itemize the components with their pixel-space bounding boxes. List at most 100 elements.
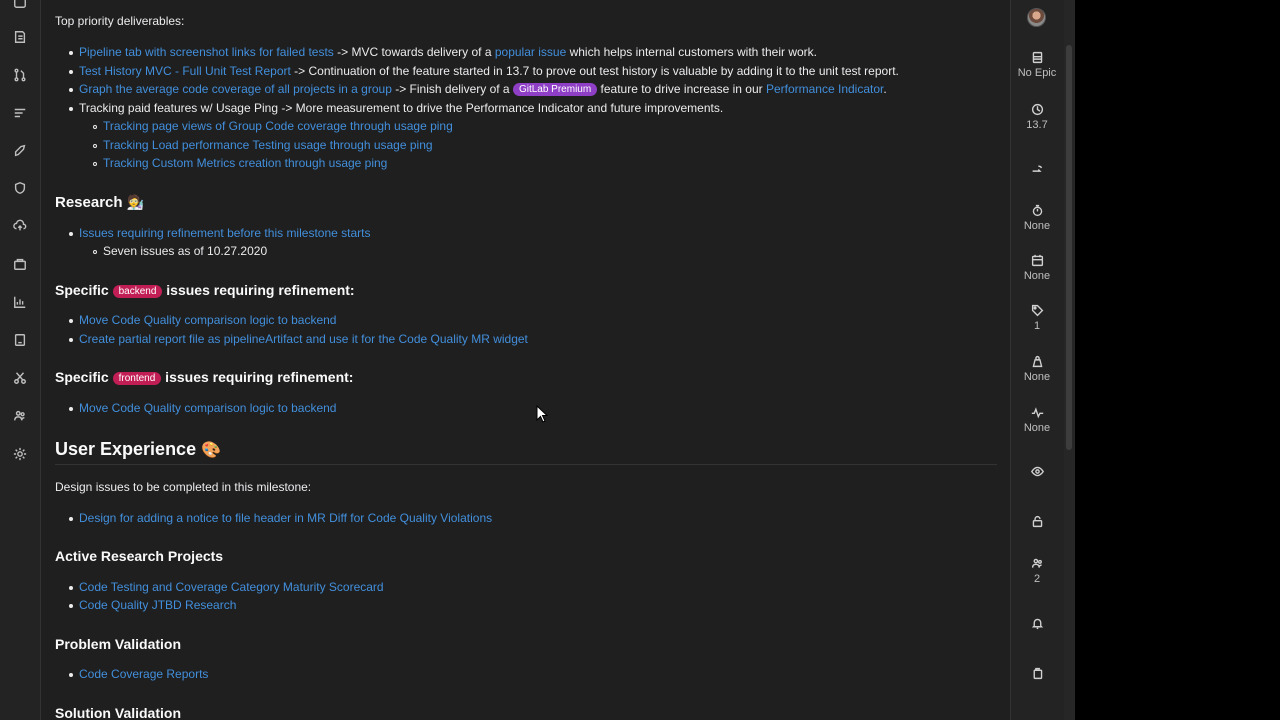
eye-icon bbox=[1030, 466, 1044, 477]
sidebar-confidentiality[interactable] bbox=[1010, 465, 1064, 478]
graph-coverage-link[interactable]: Graph the average code coverage of all p… bbox=[79, 82, 392, 96]
popular-issue-link[interactable]: popular issue bbox=[495, 45, 566, 59]
bullet bbox=[69, 604, 73, 608]
sidebar-weight[interactable]: None bbox=[1010, 355, 1064, 384]
labels-count: 1 bbox=[1033, 320, 1041, 332]
epic-value: No Epic bbox=[1017, 67, 1057, 79]
problem-validation-link-1[interactable]: Code Coverage Reports bbox=[79, 667, 208, 682]
rainbow-emoji-icon: 🎨 bbox=[201, 442, 222, 459]
tag-icon bbox=[1031, 304, 1043, 317]
design-intro-text: Design issues to be completed in this mi… bbox=[55, 480, 312, 494]
project-overview-icon[interactable] bbox=[12, 0, 28, 10]
bullet bbox=[69, 517, 73, 521]
bullet bbox=[69, 107, 73, 111]
weight-icon bbox=[1032, 355, 1042, 368]
heading-divider bbox=[55, 464, 997, 465]
active-research-link-2[interactable]: Code Quality JTBD Research bbox=[79, 598, 236, 613]
copy-icon bbox=[1033, 667, 1042, 680]
sidebar-time-tracking[interactable]: None bbox=[1010, 204, 1064, 233]
bullet bbox=[69, 70, 73, 74]
sidebar-lock-issue[interactable] bbox=[1010, 515, 1064, 528]
frontend-heading: Specific frontend issues requiring refin… bbox=[55, 369, 354, 385]
mouse-cursor-icon bbox=[536, 405, 548, 423]
left-nav-sidebar bbox=[0, 0, 41, 720]
issue-description: Top priority deliverables: Pipeline tab … bbox=[41, 0, 1010, 720]
sub-bullet bbox=[93, 250, 97, 254]
calendar-icon bbox=[1031, 254, 1043, 267]
backend-label[interactable]: backend bbox=[112, 285, 163, 298]
wiki-book-icon[interactable] bbox=[12, 332, 28, 348]
participants-count: 2 bbox=[1033, 573, 1041, 585]
issues-icon[interactable] bbox=[12, 29, 28, 45]
iteration-icon bbox=[1032, 165, 1042, 172]
snippets-scissors-icon[interactable] bbox=[12, 370, 28, 386]
backend-issue-link-2[interactable]: Create partial report file as pipelineAr… bbox=[79, 332, 528, 347]
bullet bbox=[69, 586, 73, 590]
time-tracking-value: None bbox=[1023, 220, 1051, 232]
requirements-icon[interactable] bbox=[12, 105, 28, 121]
sub-bullet bbox=[93, 144, 97, 148]
tracking-link-2[interactable]: Tracking Load performance Testing usage … bbox=[103, 138, 433, 153]
scrollbar-thumb[interactable] bbox=[1066, 45, 1072, 450]
bell-icon bbox=[1031, 618, 1043, 630]
list-item: Graph the average code coverage of all p… bbox=[79, 82, 887, 96]
frontend-issue-link-1[interactable]: Move Code Quality comparison logic to ba… bbox=[79, 401, 336, 416]
milestone-value: 13.7 bbox=[1026, 119, 1048, 131]
sidebar-health-status[interactable]: None bbox=[1010, 406, 1064, 435]
performance-indicator-link[interactable]: Performance Indicator bbox=[766, 82, 883, 96]
sidebar-notifications[interactable] bbox=[1010, 617, 1064, 630]
scientist-emoji-icon: 🧑‍🔬 bbox=[126, 194, 145, 210]
tracking-link-1[interactable]: Tracking page views of Group Code covera… bbox=[103, 119, 453, 134]
sidebar-participants[interactable]: 2 bbox=[1010, 557, 1064, 586]
bullet bbox=[69, 51, 73, 55]
backend-issue-link-1[interactable]: Move Code Quality comparison logic to ba… bbox=[79, 313, 336, 328]
bullet bbox=[69, 673, 73, 677]
test-history-link[interactable]: Test History MVC - Full Unit Test Report bbox=[79, 64, 291, 78]
list-item: Test History MVC - Full Unit Test Report… bbox=[79, 64, 899, 78]
cicd-rocket-icon[interactable] bbox=[12, 143, 28, 159]
research-heading: Research 🧑‍🔬 bbox=[55, 194, 145, 211]
due-date-value: None bbox=[1023, 270, 1051, 282]
tracking-link-3[interactable]: Tracking Custom Metrics creation through… bbox=[103, 156, 387, 171]
analytics-icon[interactable] bbox=[12, 294, 28, 310]
research-sub-text: Seven issues as of 10.27.2020 bbox=[103, 244, 268, 258]
bullet bbox=[69, 232, 73, 236]
design-issue-link-1[interactable]: Design for adding a notice to file heade… bbox=[79, 511, 492, 526]
stopwatch-icon bbox=[1032, 204, 1042, 217]
sidebar-labels[interactable]: 1 bbox=[1010, 304, 1064, 333]
security-shield-icon[interactable] bbox=[12, 180, 28, 196]
active-research-heading: Active Research Projects bbox=[55, 548, 224, 564]
clock-icon bbox=[1031, 103, 1043, 116]
research-refinement-link[interactable]: Issues requiring refinement before this … bbox=[79, 226, 370, 241]
merge-requests-icon[interactable] bbox=[12, 67, 28, 83]
user-experience-heading: User Experience 🎨 bbox=[55, 439, 222, 459]
settings-gear-icon[interactable] bbox=[12, 446, 28, 462]
participants-icon bbox=[1031, 558, 1042, 568]
active-research-link-1[interactable]: Code Testing and Coverage Category Matur… bbox=[79, 580, 384, 595]
user-avatar[interactable] bbox=[1027, 8, 1046, 27]
bullet bbox=[69, 407, 73, 411]
intro-text: Top priority deliverables: bbox=[55, 14, 185, 28]
gitlab-premium-label[interactable]: GitLab Premium bbox=[512, 83, 598, 96]
sidebar-iteration[interactable] bbox=[1010, 163, 1064, 176]
backend-heading: Specific backend issues requiring refine… bbox=[55, 282, 355, 298]
pipeline-tab-link[interactable]: Pipeline tab with screenshot links for f… bbox=[79, 45, 334, 59]
list-item: Pipeline tab with screenshot links for f… bbox=[79, 45, 818, 59]
sidebar-milestone[interactable]: 13.7 bbox=[1010, 103, 1064, 132]
bullet bbox=[69, 319, 73, 323]
epic-icon bbox=[1032, 51, 1042, 64]
members-icon[interactable] bbox=[12, 408, 28, 424]
sidebar-epic[interactable]: No Epic bbox=[1010, 51, 1064, 80]
list-item: Tracking paid features w/ Usage Ping -> … bbox=[79, 101, 724, 115]
problem-validation-heading: Problem Validation bbox=[55, 636, 182, 652]
bullet bbox=[69, 88, 73, 92]
packages-icon[interactable] bbox=[12, 256, 28, 272]
sidebar-copy-reference[interactable] bbox=[1010, 667, 1064, 680]
sub-bullet bbox=[93, 162, 97, 166]
weight-value: None bbox=[1023, 371, 1051, 383]
lock-open-icon bbox=[1032, 515, 1042, 528]
sidebar-due-date[interactable]: None bbox=[1010, 254, 1064, 283]
deployments-icon[interactable] bbox=[12, 218, 28, 234]
frontend-label[interactable]: frontend bbox=[112, 372, 162, 385]
sidebar-scrollbar[interactable] bbox=[1064, 0, 1075, 720]
